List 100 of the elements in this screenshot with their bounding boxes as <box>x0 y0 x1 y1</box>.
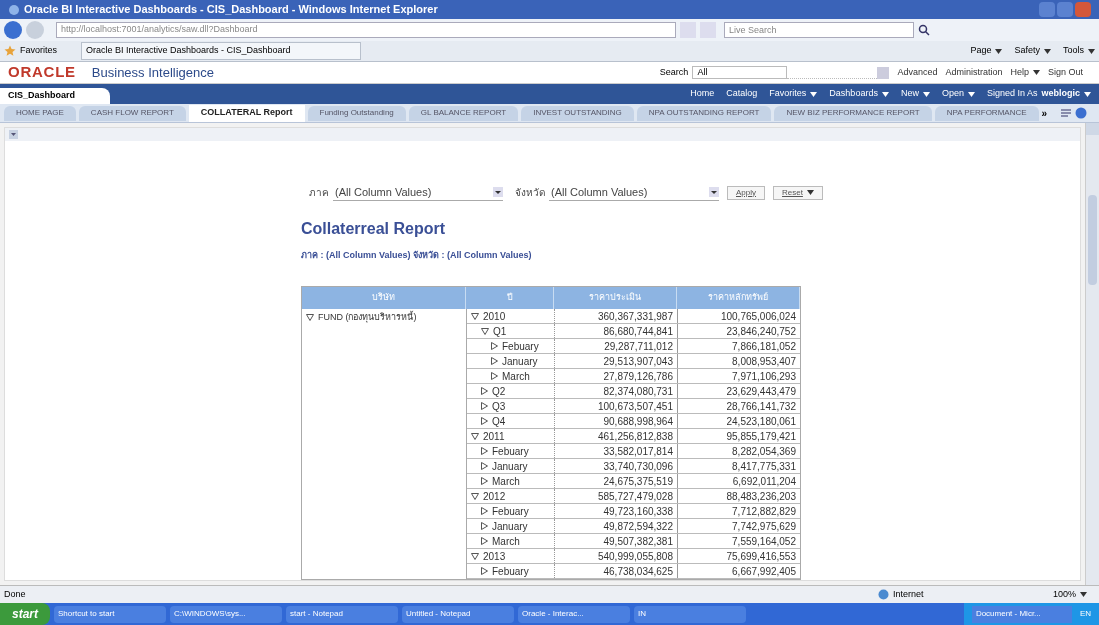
taskbar-button[interactable]: Oracle - Interac... <box>518 605 630 623</box>
table-cell-text: 100,765,006,024 <box>719 309 797 323</box>
row-label-cell[interactable]: March <box>467 474 555 488</box>
search-icon[interactable] <box>918 24 930 36</box>
header-link[interactable]: Administration <box>945 65 1003 80</box>
window-title: Oracle BI Interactive Dashboards - CIS_Dashboard - Windows Internet Explorer <box>24 2 438 18</box>
dashboard-page-tab[interactable]: INVEST OUTSTANDING <box>521 105 634 121</box>
filter-label: ภาค <box>309 186 329 200</box>
favorites-link[interactable]: Favorites <box>20 44 57 58</box>
start-button[interactable]: start <box>0 603 50 625</box>
table-cell-text: 7,971,106,293 <box>731 369 797 383</box>
row-label-cell[interactable]: Q1 <box>467 324 555 338</box>
taskbar-button[interactable]: Document - Micr... <box>971 605 1072 623</box>
taskbar-button[interactable]: Shortcut to start <box>54 605 166 623</box>
row-label-cell[interactable]: Febuary <box>467 444 555 458</box>
table-cell-text: 23,629,443,479 <box>725 384 797 398</box>
row-label-cell[interactable]: March <box>467 369 555 383</box>
page-options-icon[interactable] <box>1060 108 1072 118</box>
row-label-cell[interactable]: March <box>467 534 555 548</box>
dashboard-page-tab[interactable]: NEW BIZ PERFORMANCE REPORT <box>774 105 932 121</box>
expanded-triangle-icon[interactable] <box>306 314 314 322</box>
command-menu[interactable]: Page <box>970 44 1003 58</box>
nav-link[interactable]: Catalog <box>726 87 758 101</box>
header-link[interactable]: Advanced <box>897 65 938 80</box>
globe-icon <box>877 589 889 600</box>
taskbar-button[interactable]: Untitled - Notepad <box>402 605 514 623</box>
table-cell-text: 75,699,416,553 <box>725 549 797 563</box>
row-label-cell[interactable]: Q3 <box>467 399 555 413</box>
table-cell: 46,738,034,625 <box>555 564 678 578</box>
row-label-cell[interactable]: 2011 <box>467 429 555 443</box>
header-link[interactable]: Help <box>1010 65 1040 80</box>
nav-link[interactable]: New <box>900 87 930 101</box>
caret-icon <box>806 190 814 195</box>
report-subtitle: ภาค : (All Column Values) จังหวัด : (All Column Values) <box>301 248 533 262</box>
header-link[interactable]: Sign Out <box>1047 65 1083 80</box>
dashboard-page-tab[interactable]: NPA OUTSTANDING REPORT <box>636 105 772 121</box>
address-field[interactable]: http://localhost:7001/analytics/saw.dll?Dashboard <box>56 22 676 38</box>
table-cell-text: 95,855,179,421 <box>725 429 797 443</box>
table-cell: 27,879,126,786 <box>555 369 678 383</box>
dashboard-page-tab[interactable]: HOME PAGE <box>4 105 76 121</box>
taskbar-button[interactable]: IN <box>634 605 746 623</box>
caret-icon <box>881 91 889 97</box>
taskbar-button[interactable]: start - Notepad <box>286 605 398 623</box>
search-scope-select[interactable]: All <box>692 66 788 79</box>
oracle-logo: ORACLE <box>8 62 76 83</box>
row-label-cell[interactable]: Febuary <box>467 504 555 518</box>
row-label-cell[interactable]: 2013 <box>467 549 555 563</box>
help-icon[interactable] <box>1075 107 1087 119</box>
row-label-cell[interactable]: January <box>467 354 555 368</box>
zoom-level[interactable]: 100% <box>1052 587 1087 602</box>
row-label-cell[interactable]: 2010 <box>467 309 555 323</box>
collapse-section-icon[interactable] <box>9 129 18 139</box>
taskbar-button[interactable]: C:\WINDOWS\sys... <box>170 605 282 623</box>
row-label-cell[interactable]: Febuary <box>467 339 555 353</box>
table-cell-text: 7,559,164,052 <box>731 534 797 548</box>
table-cell-text: 88,483,236,203 <box>725 489 797 503</box>
command-menu[interactable]: Safety <box>1014 44 1051 58</box>
caret-icon <box>810 91 818 97</box>
more-tabs-button[interactable]: » <box>1041 105 1048 121</box>
dashboard-page-tab[interactable]: CASH FLOW REPORT <box>78 105 186 121</box>
browser-tab[interactable]: Oracle BI Interactive Dashboards - CIS_Dashboard <box>81 42 361 60</box>
filter-action-button[interactable]: Apply <box>727 185 765 200</box>
table-cell-text: 6,667,992,405 <box>731 564 797 578</box>
filter-action-button[interactable]: Reset <box>773 185 823 200</box>
row-label-cell[interactable]: January <box>467 519 555 533</box>
row-label-cell[interactable]: Febuary <box>467 564 555 578</box>
row-label-cell[interactable]: January <box>467 459 555 473</box>
nav-link[interactable]: Open <box>941 87 975 101</box>
expanded-triangle-icon[interactable] <box>471 552 479 560</box>
table-cell-text: 7,866,181,052 <box>731 339 797 353</box>
nav-link[interactable]: Favorites <box>769 87 818 101</box>
row-label-cell[interactable]: 2012 <box>467 489 555 503</box>
dashboard-page-tab[interactable]: NPA PERFORMANCE <box>934 105 1039 121</box>
star-icon <box>4 45 16 57</box>
row-group-label[interactable]: FUND (กองทุนบริหารหนี้) <box>306 311 462 325</box>
expanded-triangle-icon[interactable] <box>471 492 479 500</box>
table-cell: 100,673,507,451 <box>555 399 678 413</box>
caret-icon <box>1032 70 1040 75</box>
expanded-triangle-icon[interactable] <box>471 432 479 440</box>
command-menu[interactable]: Tools <box>1063 44 1095 58</box>
table-cell: 29,287,711,012 <box>555 339 678 353</box>
nav-link[interactable]: Home <box>690 87 715 101</box>
vertical-scrollbar[interactable] <box>1085 123 1099 585</box>
collapsed-triangle-icon[interactable] <box>481 567 488 575</box>
dashboard-page-tab[interactable]: Funding Outstanding <box>307 105 406 121</box>
search-field[interactable]: Live Search <box>724 22 914 38</box>
table-cell-text: 6,692,011,204 <box>731 474 797 488</box>
zone-text: Internet <box>892 587 925 601</box>
nav-link[interactable]: Dashboards <box>829 87 889 101</box>
caret-icon <box>1044 48 1051 54</box>
user-menu[interactable]: weblogic <box>1041 87 1091 101</box>
filter-dropdown[interactable]: (All Column Values) <box>333 184 503 201</box>
row-label-cell[interactable]: Q4 <box>467 414 555 428</box>
dashboard-page-tab[interactable]: COLLATERAL Report <box>188 104 305 122</box>
dashboard-page-tab[interactable]: GL BALANCE REPORT <box>408 105 519 121</box>
back-button[interactable] <box>4 21 22 39</box>
table-cell: 82,374,080,731 <box>555 384 678 398</box>
table-cell: 29,513,907,043 <box>555 354 678 368</box>
filter-dropdown[interactable]: (All Column Values) <box>549 184 719 201</box>
row-label-cell[interactable]: Q2 <box>467 384 555 398</box>
